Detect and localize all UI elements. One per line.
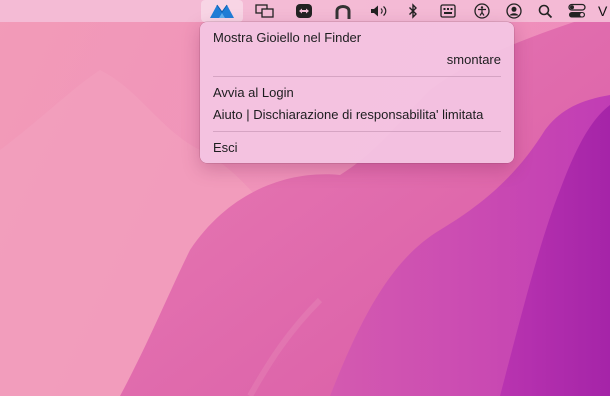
accessibility-icon[interactable] — [471, 0, 493, 22]
menu-item-help-disclaimer[interactable]: Aiuto | Dischiarazione di responsabilita… — [200, 104, 514, 126]
gioiello-app-icon[interactable] — [201, 0, 243, 22]
clock-partial[interactable]: V — [598, 0, 610, 22]
menu-separator — [213, 76, 501, 77]
gioiello-dropdown-menu: Mostra Gioiello nel Finder smontare Avvi… — [200, 22, 514, 163]
clock-partial-text: V — [598, 3, 608, 19]
display-mirroring-icon[interactable] — [253, 0, 277, 22]
menu-item-unmount[interactable]: smontare — [200, 49, 514, 71]
control-center-icon[interactable] — [566, 0, 588, 22]
keyboard-input-icon[interactable] — [437, 0, 459, 22]
menu-separator — [213, 131, 501, 132]
teamviewer-icon[interactable] — [292, 0, 316, 22]
menu-item-show-in-finder[interactable]: Mostra Gioiello nel Finder — [200, 27, 514, 49]
menu-item-launch-at-login[interactable]: Avvia al Login — [200, 82, 514, 104]
user-account-icon[interactable] — [503, 0, 525, 22]
spotlight-search-icon[interactable] — [535, 0, 555, 22]
volume-icon[interactable] — [367, 0, 393, 22]
menu-bar: V — [0, 0, 610, 22]
bluetooth-icon[interactable] — [404, 0, 422, 22]
menu-item-quit[interactable]: Esci — [200, 137, 514, 159]
vpn-icon[interactable] — [331, 0, 355, 22]
